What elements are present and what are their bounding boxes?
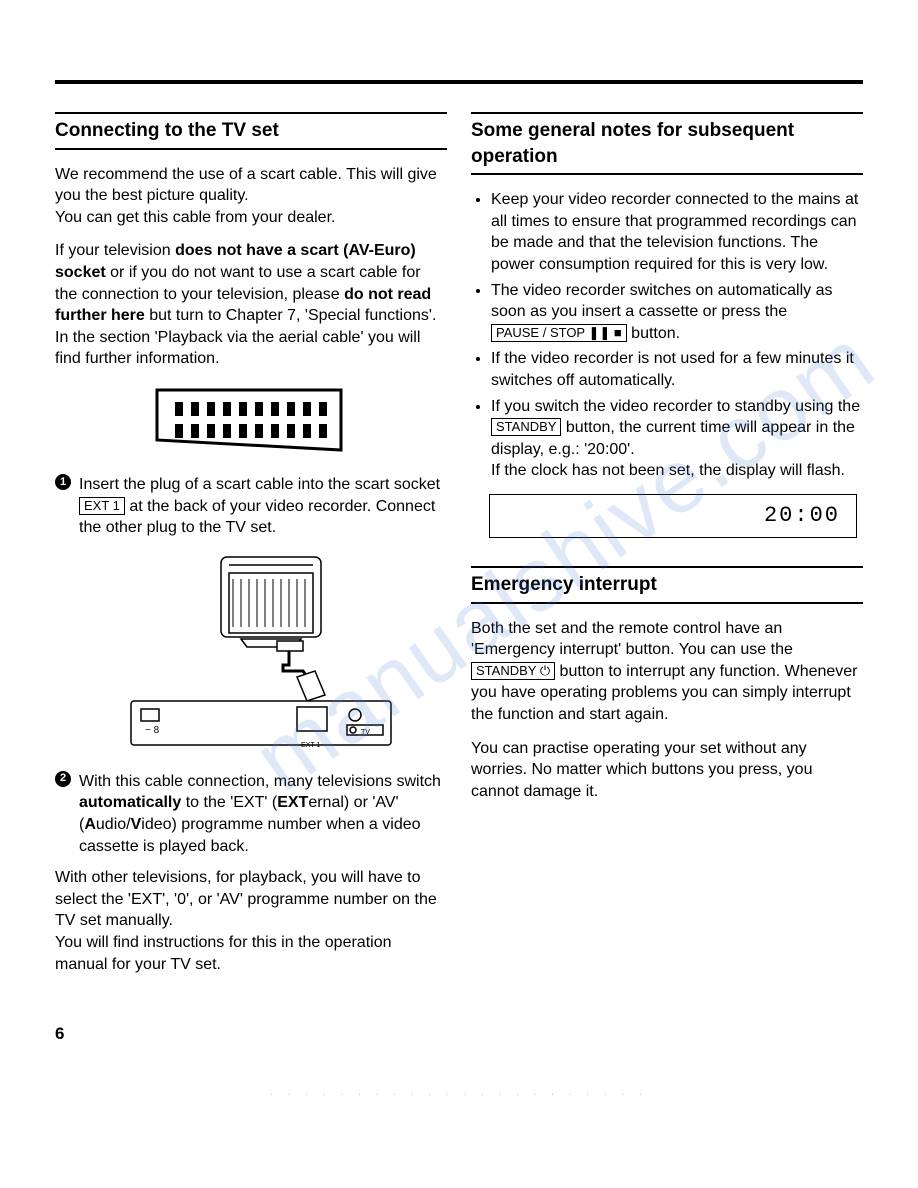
section-rule <box>471 112 863 114</box>
text: at the back of your video recorder. Conn… <box>79 498 435 537</box>
svg-text:EXT 1: EXT 1 <box>301 742 320 749</box>
step-1: 1 Insert the plug of a scart cable into … <box>55 474 447 539</box>
paragraph: With other televisions, for playback, yo… <box>55 867 447 975</box>
bold-text: A <box>84 816 96 833</box>
page-number: 6 <box>55 1023 863 1046</box>
list-item: If you switch the video recorder to stan… <box>491 396 863 482</box>
paragraph: We recommend the use of a scart cable. T… <box>55 164 447 229</box>
button-label-pause-stop: PAUSE / STOP ❚❚ ■ <box>491 324 627 342</box>
section-rule <box>471 173 863 175</box>
paragraph: If your television does not have a scart… <box>55 240 447 370</box>
text: udio/ <box>96 816 131 833</box>
right-column: Some general notes for subsequent operat… <box>471 112 863 987</box>
heading-general-notes: Some general notes for subsequent operat… <box>471 118 863 169</box>
section-rule <box>55 112 447 114</box>
section-rule <box>471 566 863 568</box>
step-2: 2 With this cable connection, many telev… <box>55 771 447 857</box>
text: You can get this cable from your dealer. <box>55 209 335 226</box>
tv-vcr-illustration: ~ 8 TV EXT 1 <box>101 553 401 753</box>
step-body: Insert the plug of a scart cable into th… <box>79 474 447 539</box>
list-item: Keep your video recorder connected to th… <box>491 189 863 275</box>
svg-text:TV: TV <box>361 729 370 736</box>
text: With this cable connection, many televis… <box>79 773 441 790</box>
bold-text: automatically <box>79 794 181 811</box>
paragraph: You can practise operating your set with… <box>471 738 863 803</box>
columns: Connecting to the TV set We recommend th… <box>55 112 863 987</box>
step-body: With this cable connection, many televis… <box>79 771 447 857</box>
text: Insert the plug of a scart cable into th… <box>79 476 440 493</box>
text: to the 'EXT' ( <box>181 794 277 811</box>
heading-emergency: Emergency interrupt <box>471 572 863 598</box>
text: button. <box>627 325 680 342</box>
button-label-standby: STANDBY <box>491 418 561 436</box>
svg-text:~ 8: ~ 8 <box>145 725 160 736</box>
section-rule <box>471 602 863 604</box>
bold-text: V <box>131 816 142 833</box>
text: If the video recorder is not used for a … <box>491 350 854 389</box>
step-number-2-icon: 2 <box>55 771 71 787</box>
list-item: The video recorder switches on automatic… <box>491 280 863 345</box>
scan-noise: . . . . . . . . . . . . . . . . . . . . … <box>55 1086 863 1100</box>
text: Keep your video recorder connected to th… <box>491 191 858 273</box>
heading-connecting: Connecting to the TV set <box>55 118 447 144</box>
text: If your television <box>55 242 175 259</box>
text: If the clock has not been set, the displ… <box>491 462 845 479</box>
text: Both the set and the remote control have… <box>471 620 793 659</box>
text: We recommend the use of a scart cable. T… <box>55 166 437 205</box>
left-column: Connecting to the TV set We recommend th… <box>55 112 447 987</box>
button-label-ext1: EXT 1 <box>79 497 125 515</box>
paragraph: Both the set and the remote control have… <box>471 618 863 726</box>
text: If you switch the video recorder to stan… <box>491 398 860 415</box>
step-number-1-icon: 1 <box>55 474 71 490</box>
display-value: 20:00 <box>764 501 840 531</box>
text: You will find instructions for this in t… <box>55 934 391 973</box>
text: The video recorder switches on automatic… <box>491 282 833 321</box>
text: With other televisions, for playback, yo… <box>55 869 437 929</box>
manual-page: manualshive.com Connecting to the TV set… <box>0 0 918 1130</box>
vcr-display: 20:00 <box>489 494 857 538</box>
scart-connector-illustration <box>151 384 351 456</box>
top-rule <box>55 80 863 84</box>
bold-text: EXT <box>277 794 308 811</box>
list-item: If the video recorder is not used for a … <box>491 348 863 391</box>
bulleted-list: Keep your video recorder connected to th… <box>471 189 863 482</box>
button-label-standby-power: STANDBY ⏻ <box>471 662 555 680</box>
section-rule <box>55 148 447 150</box>
